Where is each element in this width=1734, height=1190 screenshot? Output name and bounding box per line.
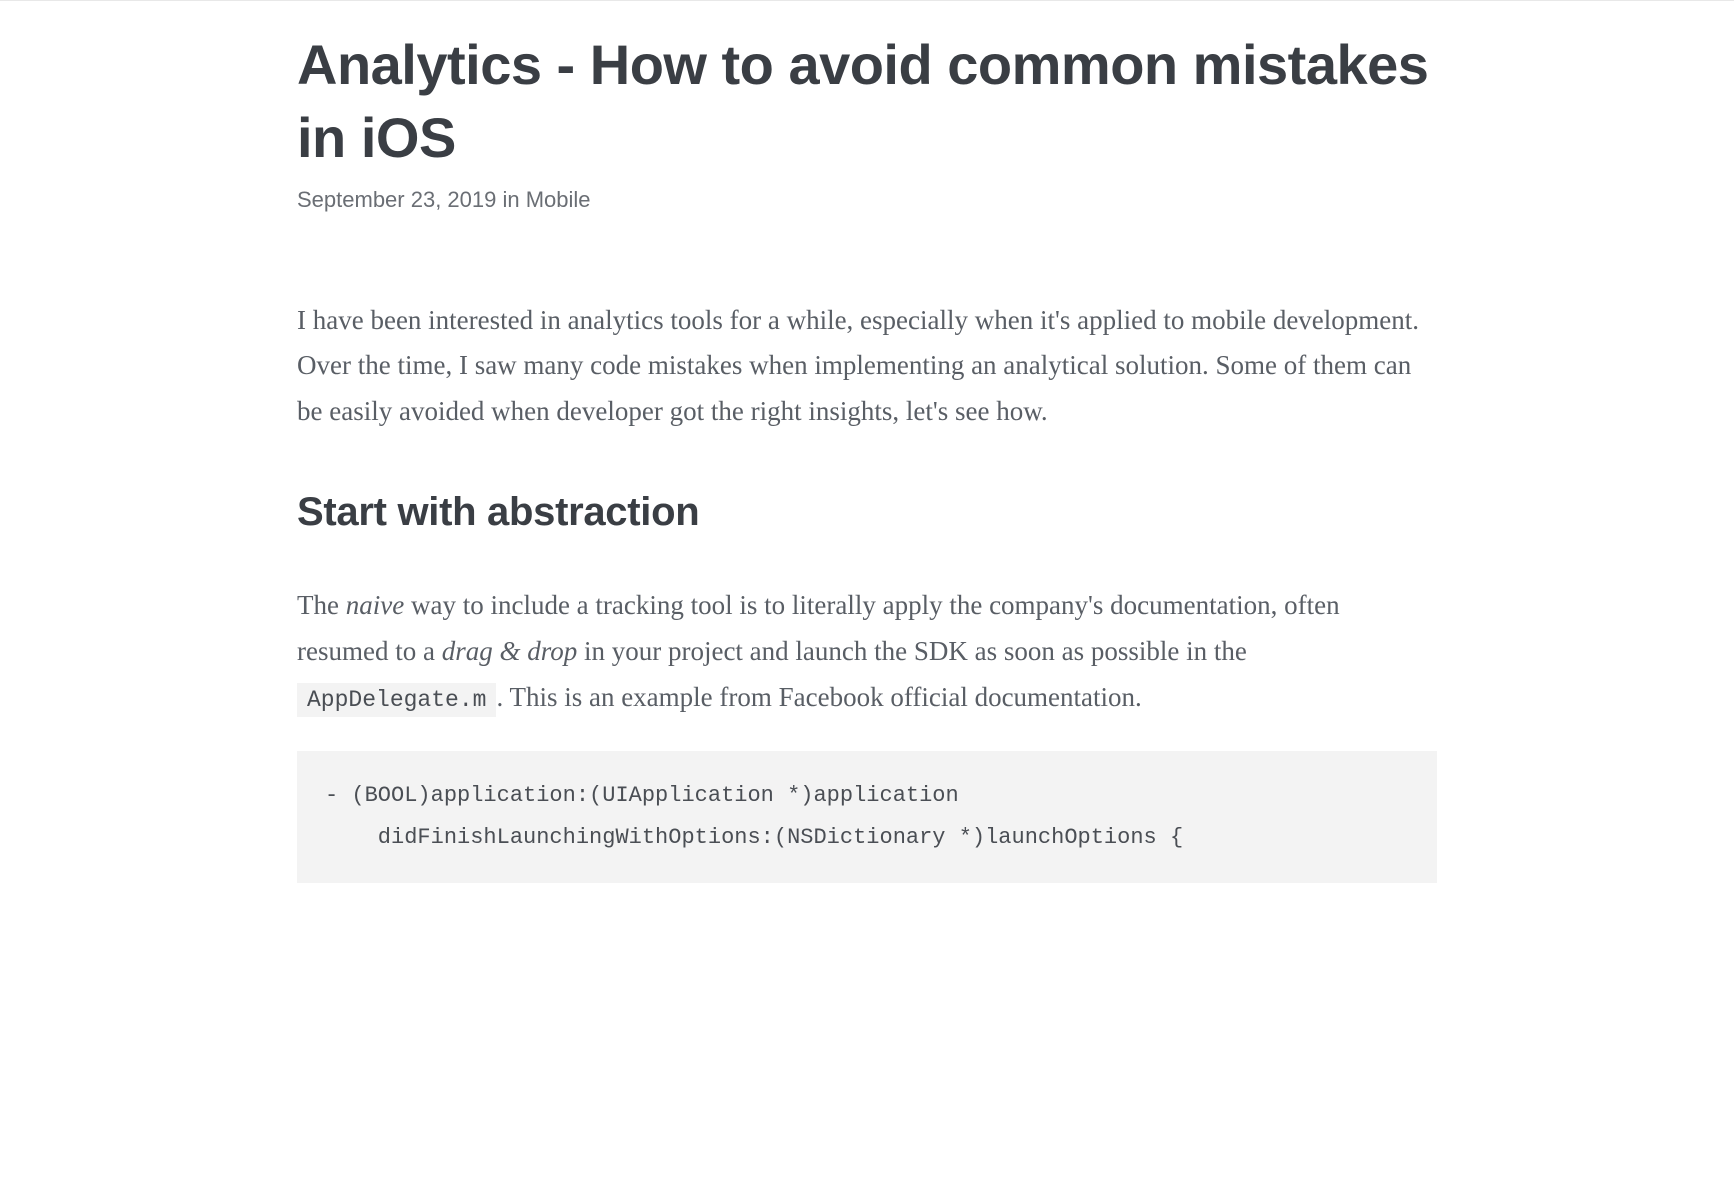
post-meta: September 23, 2019 in Mobile	[297, 187, 1437, 213]
section-paragraph: The naive way to include a tracking tool…	[297, 583, 1437, 721]
page-title: Analytics - How to avoid common mistakes…	[297, 29, 1437, 175]
category-link[interactable]: Mobile	[526, 187, 591, 212]
inline-code: AppDelegate.m	[297, 683, 496, 717]
emphasis-naive: naive	[346, 590, 404, 620]
section-heading: Start with abstraction	[297, 490, 1437, 535]
post-date: September 23, 2019	[297, 187, 496, 212]
emphasis-dragdrop: drag & drop	[442, 636, 578, 666]
intro-paragraph: I have been interested in analytics tool…	[297, 298, 1437, 436]
meta-separator: in	[496, 187, 525, 212]
code-block: - (BOOL)application:(UIApplication *)app…	[297, 751, 1437, 883]
article-content: I have been interested in analytics tool…	[297, 298, 1437, 883]
